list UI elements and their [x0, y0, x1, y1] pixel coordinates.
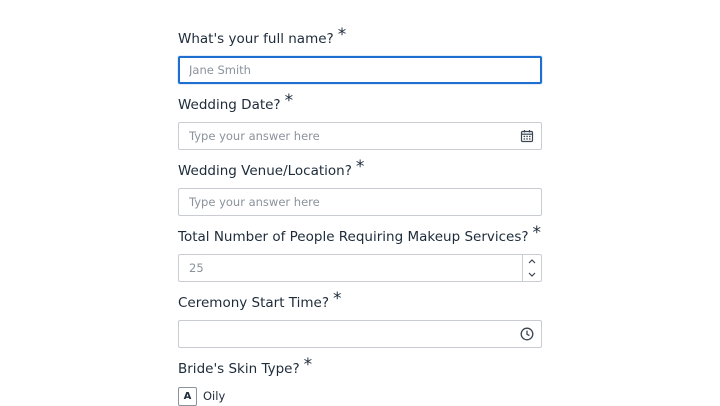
choice-oily[interactable]: A Oily	[178, 386, 225, 406]
question-label: Total Number of People Requiring Makeup …	[178, 223, 542, 245]
required-mark: *	[303, 355, 313, 375]
choice-label: Oily	[203, 389, 226, 403]
calendar-icon[interactable]	[520, 129, 534, 143]
question-label: What's your full name? *	[178, 25, 347, 47]
question-label: Wedding Date? *	[178, 91, 294, 113]
venue-input[interactable]	[179, 189, 541, 215]
required-mark: *	[532, 223, 542, 243]
ceremony-time-input[interactable]	[179, 321, 541, 347]
chevron-down-icon[interactable]	[523, 268, 541, 281]
question-label: Wedding Venue/Location? *	[178, 157, 365, 179]
required-mark: *	[333, 289, 342, 309]
full-name-field[interactable]	[178, 56, 542, 84]
chevron-up-icon[interactable]	[523, 255, 541, 268]
required-mark: *	[337, 25, 347, 45]
choice-key: A	[178, 386, 197, 406]
wedding-date-input[interactable]	[179, 123, 541, 149]
people-count-input[interactable]	[179, 255, 541, 281]
question-people-count: Total Number of People Requiring Makeup …	[178, 223, 542, 282]
question-skin-type: Bride's Skin Type? *	[178, 355, 542, 378]
question-wedding-date: Wedding Date? *	[178, 91, 542, 150]
question-label: Ceremony Start Time? *	[178, 289, 342, 311]
wedding-date-field[interactable]	[178, 122, 542, 150]
question-venue: Wedding Venue/Location? *	[178, 157, 542, 216]
ceremony-time-field[interactable]	[178, 320, 542, 348]
people-count-field[interactable]	[178, 254, 542, 282]
question-label: Bride's Skin Type? *	[178, 355, 313, 377]
venue-field[interactable]	[178, 188, 542, 216]
clock-icon[interactable]	[520, 327, 534, 341]
full-name-input[interactable]	[180, 58, 540, 82]
question-full-name: What's your full name? *	[178, 25, 542, 84]
required-mark: *	[284, 91, 294, 111]
question-ceremony-time: Ceremony Start Time? *	[178, 289, 542, 348]
required-mark: *	[355, 157, 365, 177]
number-stepper	[522, 255, 541, 281]
